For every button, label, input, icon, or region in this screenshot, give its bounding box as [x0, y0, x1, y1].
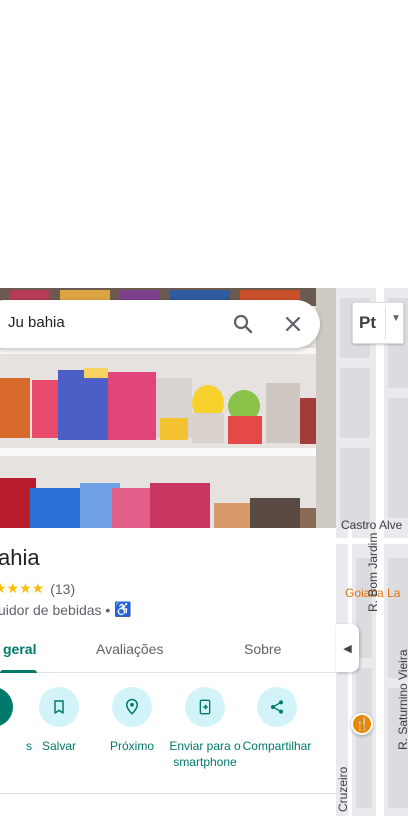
divider	[385, 307, 386, 339]
star-rating: ★★★★	[0, 580, 45, 596]
bookmark-icon	[39, 687, 79, 727]
directions-icon	[0, 687, 13, 727]
map-language-button[interactable]: Pt ▼	[352, 302, 404, 344]
map-label-saturnino: R. Saturnino Vieira	[396, 649, 408, 751]
map-label-bom-jardim: R. Bom Jardim	[366, 532, 380, 612]
restaurant-pin-icon[interactable]: 🍴	[351, 713, 373, 735]
language-label: Pt	[359, 313, 376, 332]
map-label-castro: Castro Alve	[341, 518, 403, 532]
wheelchair-icon: ♿	[114, 601, 132, 617]
active-tab-indicator	[0, 670, 37, 673]
tab-reviews[interactable]: Avaliações	[96, 641, 163, 657]
search-input[interactable]: Ju bahia	[8, 314, 65, 331]
close-icon[interactable]	[281, 312, 305, 336]
map-label-cruzeiro: Cruzeiro	[336, 766, 350, 812]
divider	[0, 793, 336, 794]
caret-down-icon[interactable]: ▼	[391, 313, 401, 324]
share-label: Compartilhar	[242, 739, 312, 753]
rating-row[interactable]: ★★★★ (13)	[0, 580, 75, 597]
save-button[interactable]: Salvar	[20, 687, 98, 754]
share-icon	[257, 687, 297, 727]
nearby-label: Próximo	[109, 739, 154, 753]
nearby-icon	[112, 687, 152, 727]
review-count[interactable]: (13)	[50, 581, 75, 597]
save-label: Salvar	[41, 739, 76, 753]
share-button[interactable]: Compartilhar	[238, 687, 316, 754]
tab-overview[interactable]: geral	[3, 641, 36, 657]
collapse-panel-button[interactable]: ◀	[336, 624, 359, 672]
nearby-button[interactable]: Próximo	[93, 687, 171, 754]
place-title: ahia	[0, 545, 40, 570]
search-icon[interactable]	[231, 312, 255, 336]
tab-bar: geral Avaliações Sobre	[0, 631, 336, 673]
send-to-phone-button[interactable]: Enviar para o smartphone	[166, 687, 244, 770]
chevron-left-icon: ◀	[343, 642, 352, 655]
search-bar[interactable]: Ju bahia	[0, 300, 320, 348]
send-to-phone-label: Enviar para o smartphone	[169, 739, 241, 769]
place-category: uidor de bebidas •	[0, 601, 111, 618]
category-row: uidor de bebidas • ♿	[0, 601, 132, 618]
place-panel: ahia ★★★★ (13) uidor de bebidas • ♿ gera…	[0, 288, 336, 816]
tab-about[interactable]: Sobre	[244, 641, 281, 657]
action-row: s Salvar Próximo Enviar para o smartphon…	[0, 687, 336, 787]
send-to-phone-icon	[185, 687, 225, 727]
page: Castro Alve Goiaba La R. Bom Jardim R. S…	[0, 0, 408, 816]
